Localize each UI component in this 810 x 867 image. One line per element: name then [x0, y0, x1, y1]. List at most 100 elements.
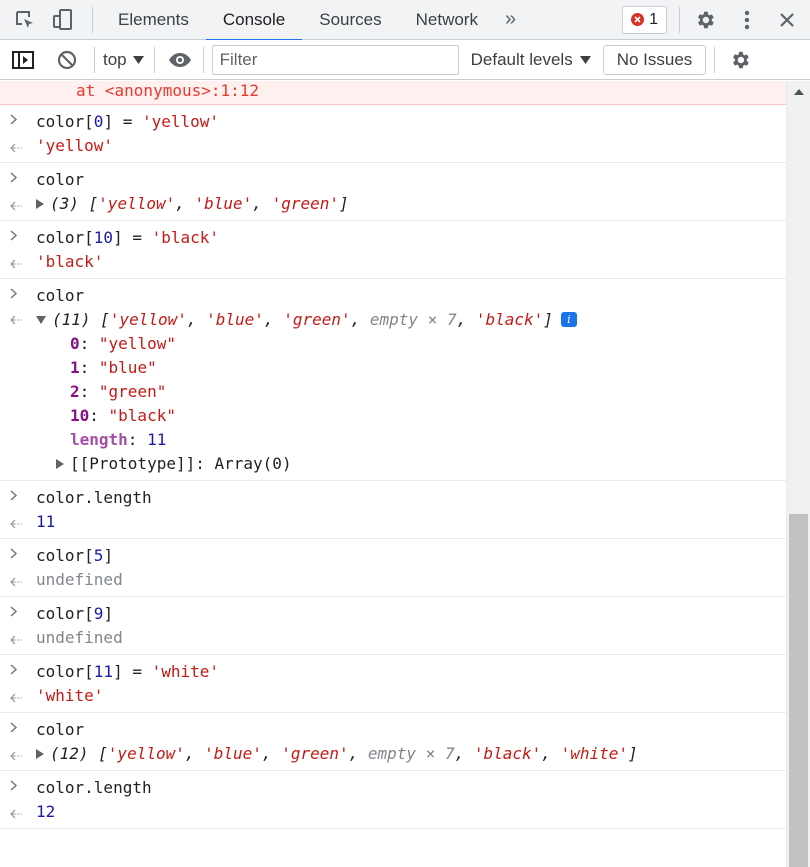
toolbar-divider	[153, 46, 155, 73]
input-code: color	[36, 720, 85, 739]
console-input-line[interactable]: color	[0, 279, 786, 307]
console-output-line[interactable]: undefined	[0, 625, 786, 654]
collapse-array-icon[interactable]	[36, 315, 46, 324]
output-return-icon	[10, 741, 26, 770]
console-output-line[interactable]: 'black'	[0, 249, 786, 278]
array-preview[interactable]: (11) ['yellow', 'blue', 'green', empty ×…	[52, 310, 553, 329]
error-count-badge[interactable]: 1	[622, 5, 667, 34]
input-code: color.length	[36, 778, 152, 797]
tab-sources[interactable]: Sources	[302, 0, 398, 40]
property-key: 2	[70, 382, 80, 401]
input-code: color	[36, 170, 85, 189]
expand-array-icon[interactable]	[36, 748, 44, 759]
console-output-line[interactable]: (11) ['yellow', 'blue', 'green', empty ×…	[0, 307, 786, 332]
console-entry: color (11) ['yellow', 'blue', 'green', e…	[0, 279, 786, 481]
console-output-line[interactable]: (12) ['yellow', 'blue', 'green', empty ×…	[0, 741, 786, 770]
output-value: 'white'	[36, 686, 104, 705]
input-code: color[0] = 'yellow'	[36, 112, 220, 131]
prototype-row[interactable]: [[Prototype]]: Array(0)	[0, 452, 786, 476]
inspect-element-icon[interactable]	[12, 7, 38, 33]
more-tabs-button[interactable]: »	[495, 8, 523, 31]
console-entry: color[9] undefined	[0, 597, 786, 655]
output-return-icon	[10, 799, 26, 828]
scrollbar-thumb[interactable]	[789, 514, 808, 867]
console-input-line[interactable]: color	[0, 713, 786, 741]
console-input-line[interactable]: color[10] = 'black'	[0, 221, 786, 249]
close-icon[interactable]	[774, 7, 800, 33]
device-toolbar-icon[interactable]	[50, 7, 76, 33]
tab-network[interactable]: Network	[399, 0, 495, 40]
array-property-row: 1: "blue"	[70, 358, 157, 377]
console-output-line[interactable]: 12	[0, 799, 786, 828]
expand-array-icon[interactable]	[36, 198, 44, 209]
input-code: color[9]	[36, 604, 114, 623]
array-property-row: 2: "green"	[70, 382, 167, 401]
output-return-icon	[10, 249, 26, 278]
property-value: "green"	[98, 382, 167, 401]
clear-console-icon[interactable]	[54, 47, 80, 73]
scroll-up-arrow-icon[interactable]	[794, 89, 804, 95]
array-property-row: length: 11	[70, 430, 167, 449]
output-return-icon	[10, 191, 26, 220]
toolbar-divider	[92, 6, 93, 33]
console-messages[interactable]: at <anonymous>:1:12 color[0] = 'yellow' …	[0, 81, 786, 867]
filter-input[interactable]: Filter	[211, 44, 459, 75]
issues-label: No Issues	[616, 49, 693, 69]
live-expression-eye-icon[interactable]	[167, 47, 193, 73]
log-levels-dropdown[interactable]: Default levels	[459, 50, 603, 70]
console-input-line[interactable]: color.length	[0, 481, 786, 509]
console-entry: color (12) ['yellow', 'blue', 'green', e…	[0, 713, 786, 771]
issues-button[interactable]: No Issues	[602, 44, 707, 75]
console-entry: color[0] = 'yellow' 'yellow'	[0, 105, 786, 163]
output-return-icon	[10, 683, 26, 712]
tab-elements[interactable]: Elements	[101, 0, 206, 40]
console-entry: color[11] = 'white' 'white'	[0, 655, 786, 713]
console-input-line[interactable]: color	[0, 163, 786, 191]
input-prompt-icon	[10, 771, 26, 799]
input-prompt-icon	[10, 105, 26, 133]
console-input-line[interactable]: color[9]	[0, 597, 786, 625]
output-value: 'yellow'	[36, 136, 114, 155]
console-input-line[interactable]: color[0] = 'yellow'	[0, 105, 786, 133]
dropdown-arrow-icon	[579, 55, 591, 64]
property-key: 0	[70, 334, 80, 353]
console-output-line[interactable]: undefined	[0, 567, 786, 596]
context-selector[interactable]: top	[95, 50, 152, 70]
output-value: 11	[36, 512, 56, 531]
console-output-line[interactable]: (3) ['yellow', 'blue', 'green']	[0, 191, 786, 220]
input-prompt-icon	[10, 481, 26, 509]
console-output-line[interactable]: 'yellow'	[0, 133, 786, 162]
output-value: undefined	[36, 628, 123, 647]
tab-label: Sources	[319, 9, 382, 29]
property-value: "black"	[108, 406, 176, 425]
array-property-row: 10: "black"	[70, 406, 176, 425]
tab-console[interactable]: Console	[205, 0, 303, 41]
error-count: 1	[649, 10, 658, 28]
console-input-line[interactable]: color.length	[0, 771, 786, 799]
property-value: "yellow"	[98, 334, 176, 353]
filter-placeholder: Filter	[219, 49, 258, 69]
input-code: color.length	[36, 488, 152, 507]
console-output-line[interactable]: 'white'	[0, 683, 786, 712]
more-options-icon[interactable]	[734, 7, 760, 33]
output-value: undefined	[36, 570, 123, 589]
input-prompt-icon	[10, 655, 26, 683]
output-return-icon	[10, 307, 26, 332]
console-input-line[interactable]: color[5]	[0, 539, 786, 567]
input-code: color[10] = 'black'	[36, 228, 220, 247]
expand-prototype-icon[interactable]	[56, 458, 64, 469]
console-entry: color.length 11	[0, 481, 786, 539]
show-sidebar-icon[interactable]	[10, 47, 36, 73]
console-output-line[interactable]: 11	[0, 509, 786, 538]
settings-gear-icon[interactable]	[692, 7, 718, 33]
array-preview[interactable]: (3) ['yellow', 'blue', 'green']	[50, 194, 349, 213]
info-icon[interactable]: i	[560, 312, 577, 327]
output-return-icon	[10, 625, 26, 654]
array-property-row: 0: "yellow"	[70, 334, 176, 353]
console-settings-gear-icon[interactable]	[727, 47, 753, 73]
console-input-line[interactable]: color[11] = 'white'	[0, 655, 786, 683]
console-scrollbar[interactable]	[786, 81, 810, 867]
error-icon	[631, 13, 645, 26]
input-prompt-icon	[10, 713, 26, 741]
array-preview[interactable]: (12) ['yellow', 'blue', 'green', empty ×…	[50, 744, 638, 763]
